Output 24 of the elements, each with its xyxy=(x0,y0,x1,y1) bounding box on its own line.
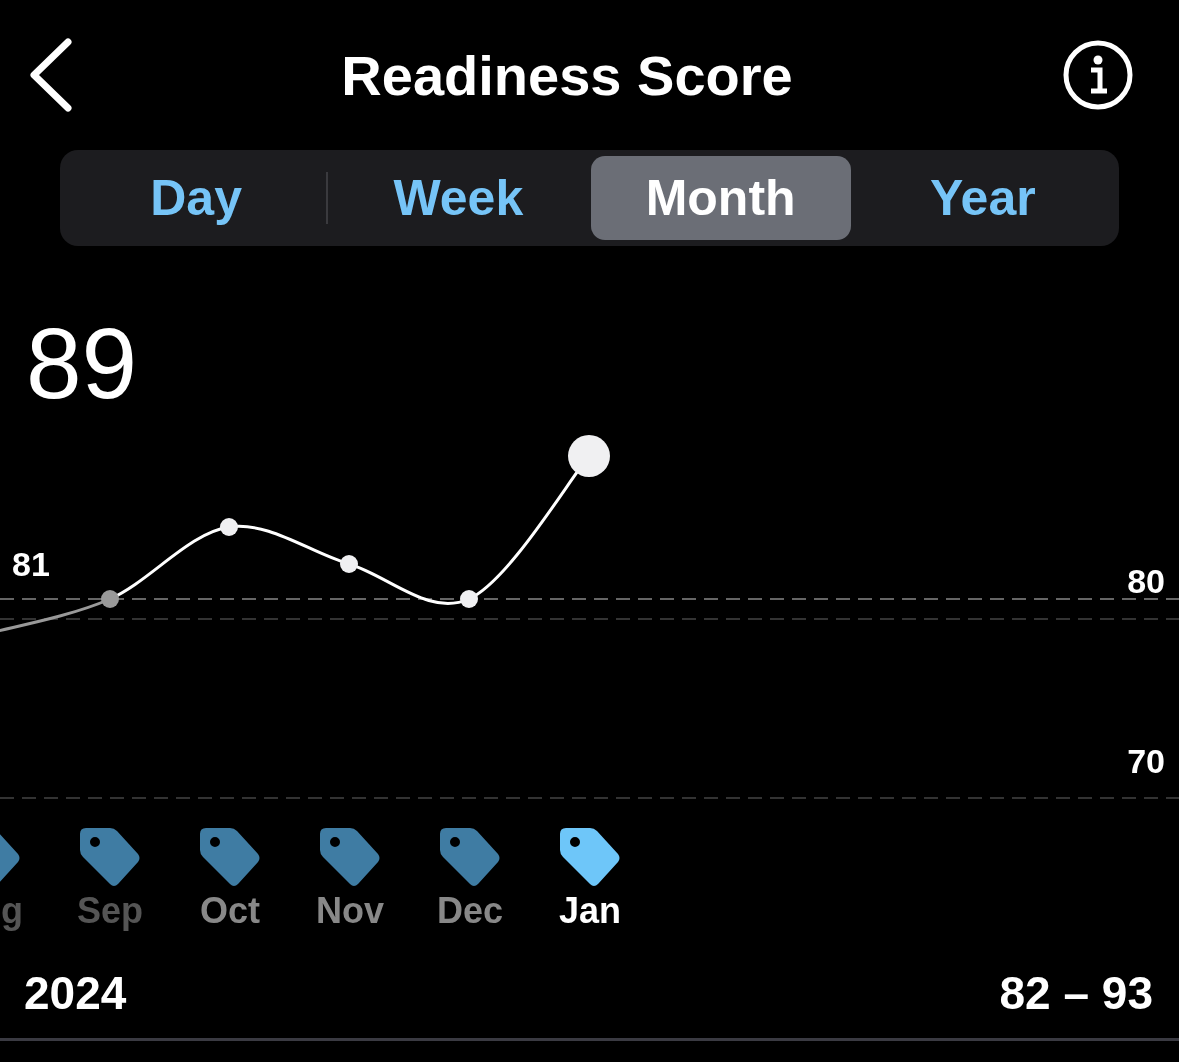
score-value: 89 xyxy=(25,306,139,418)
info-icon[interactable] xyxy=(1062,39,1134,111)
tag-icon[interactable] xyxy=(440,828,500,886)
back-icon[interactable] xyxy=(28,38,72,112)
month-label: Sep xyxy=(77,890,143,931)
range-label: 82 – 93 xyxy=(999,966,1153,1020)
period-tab[interactable]: Month xyxy=(590,156,851,240)
tag-icon[interactable] xyxy=(200,828,260,886)
tag-icon[interactable] xyxy=(80,828,140,886)
average-label: 81 xyxy=(12,545,50,583)
tag-icon[interactable] xyxy=(320,828,380,886)
year-label: 2024 xyxy=(24,966,127,1020)
month-label: Oct xyxy=(200,890,260,931)
axis-label: 70 xyxy=(1127,742,1165,780)
month-label: Dec xyxy=(437,890,503,931)
month-label: Jan xyxy=(559,890,621,931)
screen-title: Readiness Score xyxy=(341,42,793,108)
period-tab[interactable]: Week xyxy=(328,156,589,240)
period-tab[interactable]: Day xyxy=(66,156,327,240)
period-tab[interactable]: Year xyxy=(852,156,1113,240)
tag-icon[interactable] xyxy=(560,828,620,886)
axis-label: 80 xyxy=(1127,562,1165,600)
month-label: Nov xyxy=(316,890,384,931)
month-label: g xyxy=(1,890,23,931)
